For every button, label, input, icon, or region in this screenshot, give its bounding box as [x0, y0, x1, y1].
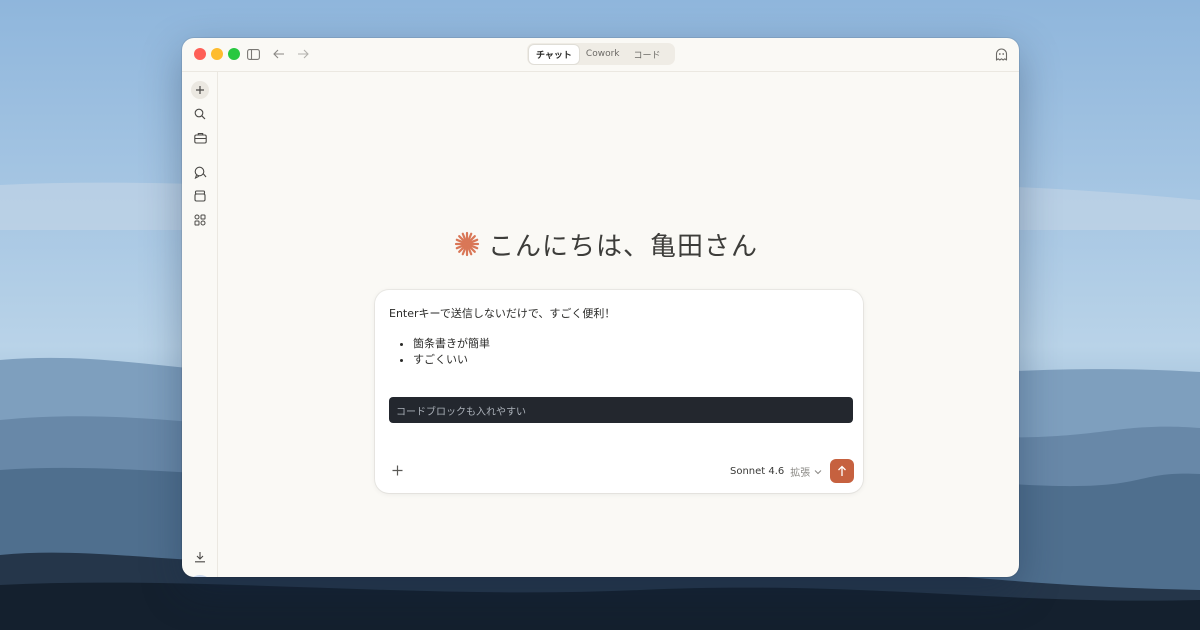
minimize-window-button[interactable]: [211, 48, 223, 60]
send-button[interactable]: [830, 459, 854, 483]
message-composer[interactable]: Enterキーで送信しないだけで、すごく便利！ 箇条書きが簡単 すごくいい コー…: [375, 290, 863, 493]
search-icon[interactable]: [191, 105, 209, 123]
greeting: こんにちは、亀田さん: [454, 225, 758, 263]
tab-chat[interactable]: チャット: [529, 44, 579, 64]
bullet-item: 箇条書きが簡単: [413, 336, 490, 352]
tab-code[interactable]: コード: [627, 45, 668, 64]
forward-arrow-icon[interactable]: [294, 45, 312, 63]
zoom-window-button[interactable]: [228, 48, 240, 60]
download-icon[interactable]: [191, 548, 209, 566]
bullet-item: すごくいい: [413, 352, 490, 368]
sidebar-toggle-icon[interactable]: [244, 45, 262, 63]
chevron-down-icon: [814, 469, 822, 474]
archive-icon[interactable]: [191, 187, 209, 205]
arrow-up-icon: [838, 465, 846, 476]
title-bar: チャット Cowork コード: [182, 38, 1019, 72]
greeting-text: こんにちは、亀田さん: [488, 231, 759, 262]
add-attachment-icon[interactable]: [389, 462, 405, 478]
mode-switcher: チャット Cowork コード: [527, 43, 675, 65]
model-selector[interactable]: Sonnet 4.6 拡張: [730, 464, 822, 479]
code-block: コードブロックも入れやすい: [389, 397, 853, 423]
sidebar: [182, 72, 218, 577]
composer-bullet-list: 箇条書きが簡単 すごくいい: [399, 336, 490, 368]
ghost-icon[interactable]: [992, 45, 1010, 63]
back-arrow-icon[interactable]: [270, 45, 288, 63]
plus-icon[interactable]: [191, 81, 209, 99]
sparkle-icon: [454, 231, 480, 257]
code-block-text: コードブロックも入れやすい: [396, 407, 526, 418]
chat-bubbles-icon[interactable]: [191, 163, 209, 181]
close-window-button[interactable]: [194, 48, 206, 60]
model-name: Sonnet 4.6: [730, 466, 785, 477]
composer-text-line: Enterキーで送信しないだけで、すごく便利！: [389, 307, 616, 320]
app-window: チャット Cowork コード こんにちは、亀田さん Enterキーで送信しない…: [182, 38, 1019, 577]
model-mode: 拡張: [790, 468, 811, 479]
tab-cowork[interactable]: Cowork: [579, 46, 627, 62]
avatar[interactable]: [187, 575, 213, 577]
briefcase-icon[interactable]: [191, 129, 209, 147]
apps-grid-icon[interactable]: [191, 211, 209, 229]
